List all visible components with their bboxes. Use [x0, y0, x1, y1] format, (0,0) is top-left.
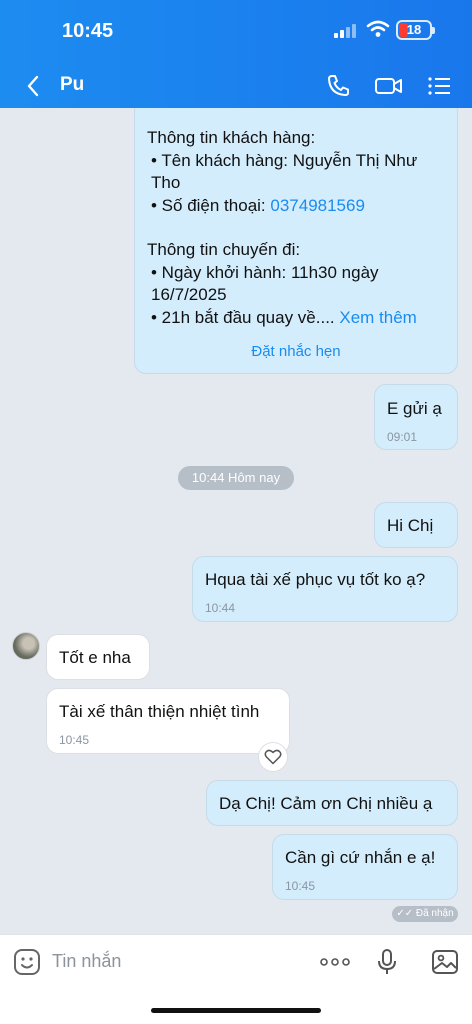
status-time: 10:45	[62, 20, 114, 42]
phone-link[interactable]: 0374981569	[270, 196, 365, 215]
trip-heading: Thông tin chuyến đi:	[147, 240, 301, 259]
phone-line: • Số điện thoại: 0374981569	[147, 195, 457, 218]
set-reminder-button[interactable]: Đặt nhắc hẹn	[135, 341, 457, 364]
avatar[interactable]	[12, 632, 40, 660]
message-text: Hi Chị	[387, 516, 434, 535]
home-indicator	[151, 1008, 321, 1013]
return-line: • 21h bắt đầu quay về.... Xem thêm	[147, 307, 457, 330]
message-text: Tốt e nha	[59, 648, 131, 667]
battery-level: 18	[406, 22, 422, 37]
delivery-status-label: Đã nhận	[415, 908, 454, 919]
sticker-icon[interactable]	[12, 947, 42, 977]
chevron-left-icon[interactable]	[22, 72, 44, 100]
contact-name[interactable]: Pu	[60, 74, 84, 96]
see-more-link[interactable]: Xem thêm	[339, 308, 416, 327]
return-text: • 21h bắt đầu quay về....	[151, 307, 335, 327]
battery-icon: 18	[396, 20, 435, 40]
message-text: E gửi ạ	[387, 399, 442, 418]
heart-icon	[264, 749, 282, 765]
message-list[interactable]: Thông tin khách hàng: • Tên khách hàng: …	[0, 108, 472, 934]
message-bubble[interactable]: Dạ Chị! Cảm ơn Chị nhiều ạ	[206, 780, 458, 826]
chat-header: Pu	[0, 64, 472, 108]
image-icon[interactable]	[430, 947, 460, 977]
message-time: 10:44	[205, 601, 236, 615]
delivery-status: ✓✓ Đã nhận	[392, 906, 458, 922]
message-bubble[interactable]: E gửi ạ 09:01	[374, 384, 458, 450]
message-text: Dạ Chị! Cảm ơn Chị nhiều ạ	[219, 794, 433, 813]
departure-line: • Ngày khởi hành: 11h30 ngày 16/7/2025	[151, 262, 379, 305]
message-time: 10:45	[285, 879, 316, 893]
more-icon[interactable]	[318, 947, 352, 977]
mic-icon[interactable]	[372, 947, 402, 977]
message-bubble[interactable]: Tốt e nha	[46, 634, 150, 680]
phone-icon[interactable]	[324, 72, 352, 100]
double-check-icon: ✓✓	[396, 908, 414, 919]
video-icon[interactable]	[374, 72, 404, 100]
message-time: 09:01	[387, 430, 418, 444]
signal-icon	[334, 22, 356, 38]
react-button[interactable]	[258, 742, 288, 772]
customer-heading: Thông tin khách hàng:	[147, 128, 316, 147]
wifi-icon	[366, 20, 390, 37]
customer-name-line: • Tên khách hàng: Nguyễn Thị Như Tho	[151, 150, 418, 193]
menu-icon[interactable]	[426, 72, 454, 100]
booking-info-card[interactable]: Thông tin khách hàng: • Tên khách hàng: …	[134, 108, 458, 374]
status-bar: 10:45 18	[0, 0, 472, 64]
message-text: Cần gì cứ nhắn e ạ!	[285, 848, 436, 867]
message-input[interactable]: Tin nhắn	[52, 951, 121, 972]
message-bubble[interactable]: Hqua tài xế phục vụ tốt ko ạ? 10:44	[192, 556, 458, 622]
phone-label: • Số điện thoại:	[151, 195, 271, 215]
message-bubble[interactable]: Cần gì cứ nhắn e ạ! 10:45	[272, 834, 458, 900]
message-text: Tài xế thân thiện nhiệt tình	[59, 702, 260, 721]
message-bubble[interactable]: Tài xế thân thiện nhiệt tình 10:45	[46, 688, 290, 754]
message-bubble[interactable]: Hi Chị	[374, 502, 458, 548]
message-time: 10:45	[59, 733, 90, 747]
date-separator: 10:44 Hôm nay	[178, 466, 294, 490]
message-text: Hqua tài xế phục vụ tốt ko ạ?	[205, 570, 426, 589]
